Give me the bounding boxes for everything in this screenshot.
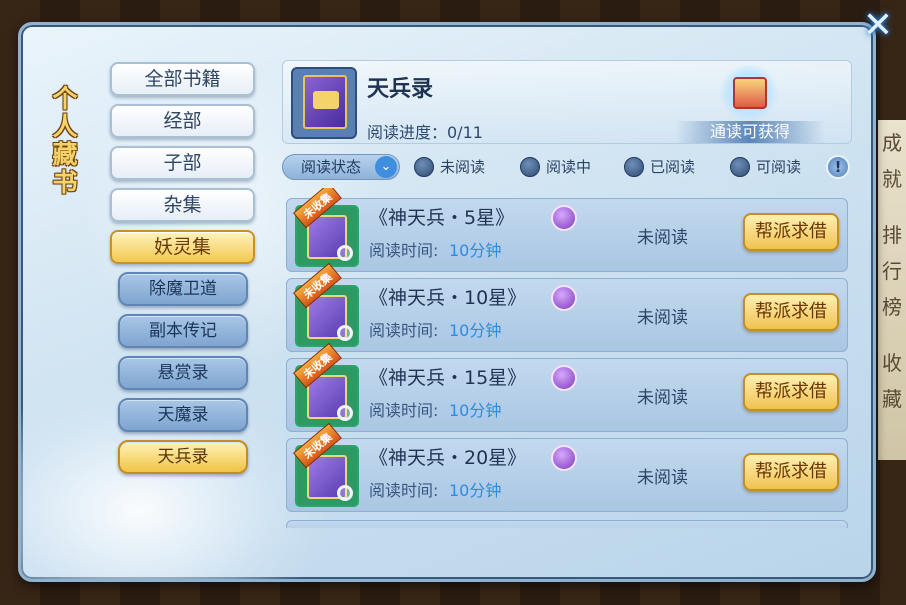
pouch-icon[interactable] (551, 365, 577, 391)
read-status: 未阅读 (637, 228, 688, 248)
background-side-panel: 成 就 排 行 榜 收 藏 (878, 120, 906, 460)
filter-dropdown[interactable]: 阅读状态 ⌄ (282, 154, 400, 180)
filter-label: 阅读状态 (301, 158, 362, 176)
close-icon[interactable]: ✕ (858, 6, 898, 46)
side-text: 行 (882, 259, 902, 283)
magnifier-icon (337, 245, 353, 261)
book-name: 《神天兵・20星》 (369, 447, 527, 469)
subnav-fuben[interactable]: 副本传记 (118, 314, 248, 348)
magnifier-icon (337, 405, 353, 421)
read-status: 未阅读 (637, 388, 688, 408)
book-header: 天兵录 阅读进度：0/11 通读可获得 (282, 60, 852, 144)
subnav-tianmo[interactable]: 天魔录 (118, 398, 248, 432)
book-thumbnail[interactable]: 未收集 (293, 188, 359, 267)
chevron-down-icon[interactable]: ⌄ (375, 156, 397, 178)
pouch-icon[interactable] (551, 445, 577, 471)
side-text: 榜 (882, 295, 902, 319)
side-text: 藏 (882, 387, 902, 411)
pouch-icon[interactable] (551, 205, 577, 231)
book-list[interactable]: 未收集 《神天兵・5星》 阅读时间: 10分钟 未阅读 帮派求借 未收集 《神天… (282, 188, 852, 528)
nav-all-books[interactable]: 全部书籍 (110, 62, 255, 96)
reading-progress: 阅读进度：0/11 (367, 123, 483, 142)
list-item: 未收集 《神天兵・20星》 阅读时间: 10分钟 未阅读 帮派求借 (286, 422, 848, 512)
filter-option-read[interactable]: 已阅读 (624, 156, 695, 177)
magnifier-icon (337, 325, 353, 341)
book-icon (291, 67, 357, 139)
subnav-tianbing[interactable]: 天兵录 (118, 440, 248, 474)
filter-option-reading[interactable]: 阅读中 (520, 156, 591, 177)
filter-option-unread[interactable]: 未阅读 (414, 156, 485, 177)
reward-area[interactable]: 通读可获得 (675, 63, 825, 143)
list-item: 未收集 《神天兵・15星》 阅读时间: 10分钟 未阅读 帮派求借 (286, 342, 848, 432)
nav-zi[interactable]: 子部 (110, 146, 255, 180)
info-icon[interactable]: ! (826, 155, 850, 179)
reading-time-value: 10分钟 (449, 321, 502, 340)
book-title: 天兵录 (367, 77, 434, 102)
book-name: 《神天兵・10星》 (369, 287, 527, 309)
radio-icon[interactable] (624, 156, 644, 177)
guild-borrow-button[interactable]: 帮派求借 (743, 453, 839, 491)
reading-time-label: 阅读时间: (369, 401, 439, 420)
radio-icon[interactable] (414, 156, 434, 177)
reading-time-label: 阅读时间: (369, 241, 439, 260)
book-thumbnail[interactable]: 未收集 (293, 342, 359, 427)
side-text: 收 (882, 351, 902, 375)
nav-za[interactable]: 杂集 (110, 188, 255, 222)
book-thumbnail[interactable]: 未收集 (293, 422, 359, 507)
filter-option-readable[interactable]: 可阅读 (730, 156, 801, 177)
reading-time-value: 10分钟 (449, 401, 502, 420)
pouch-icon[interactable] (551, 285, 577, 311)
list-item: 未收集 《神天兵・5星》 阅读时间: 10分钟 未阅读 帮派求借 (286, 188, 848, 272)
side-text: 就 (882, 167, 902, 191)
list-item-partial (286, 520, 848, 528)
magnifier-icon (337, 485, 353, 501)
subnav-xuanshang[interactable]: 悬赏录 (118, 356, 248, 390)
reading-time-value: 10分钟 (449, 241, 502, 260)
read-status: 未阅读 (637, 468, 688, 488)
book-thumbnail[interactable]: 未收集 (293, 262, 359, 347)
radio-icon[interactable] (730, 156, 750, 177)
list-item: 未收集 《神天兵・10星》 阅读时间: 10分钟 未阅读 帮派求借 (286, 262, 848, 352)
side-text: 成 (882, 131, 902, 155)
reading-time-label: 阅读时间: (369, 481, 439, 500)
nav-yaoling[interactable]: 妖灵集 (110, 230, 255, 264)
side-text: 排 (882, 223, 902, 247)
reading-time-label: 阅读时间: (369, 321, 439, 340)
guild-borrow-button[interactable]: 帮派求借 (743, 293, 839, 331)
read-status: 未阅读 (637, 308, 688, 328)
book-name: 《神天兵・15星》 (369, 367, 527, 389)
nav-jing[interactable]: 经部 (110, 104, 255, 138)
scroll-reward-icon[interactable] (733, 77, 767, 109)
book-name: 《神天兵・5星》 (369, 207, 515, 229)
radio-icon[interactable] (520, 156, 540, 177)
reward-label: 通读可获得 (675, 121, 825, 143)
filter-bar: 阅读状态 ⌄ 未阅读 阅读中 已阅读 可阅读 ! (282, 154, 852, 182)
reading-time-value: 10分钟 (449, 481, 502, 500)
panel-title: 个 人 藏 书 (52, 84, 78, 197)
guild-borrow-button[interactable]: 帮派求借 (743, 213, 839, 251)
guild-borrow-button[interactable]: 帮派求借 (743, 373, 839, 411)
subnav-chumo[interactable]: 除魔卫道 (118, 272, 248, 306)
